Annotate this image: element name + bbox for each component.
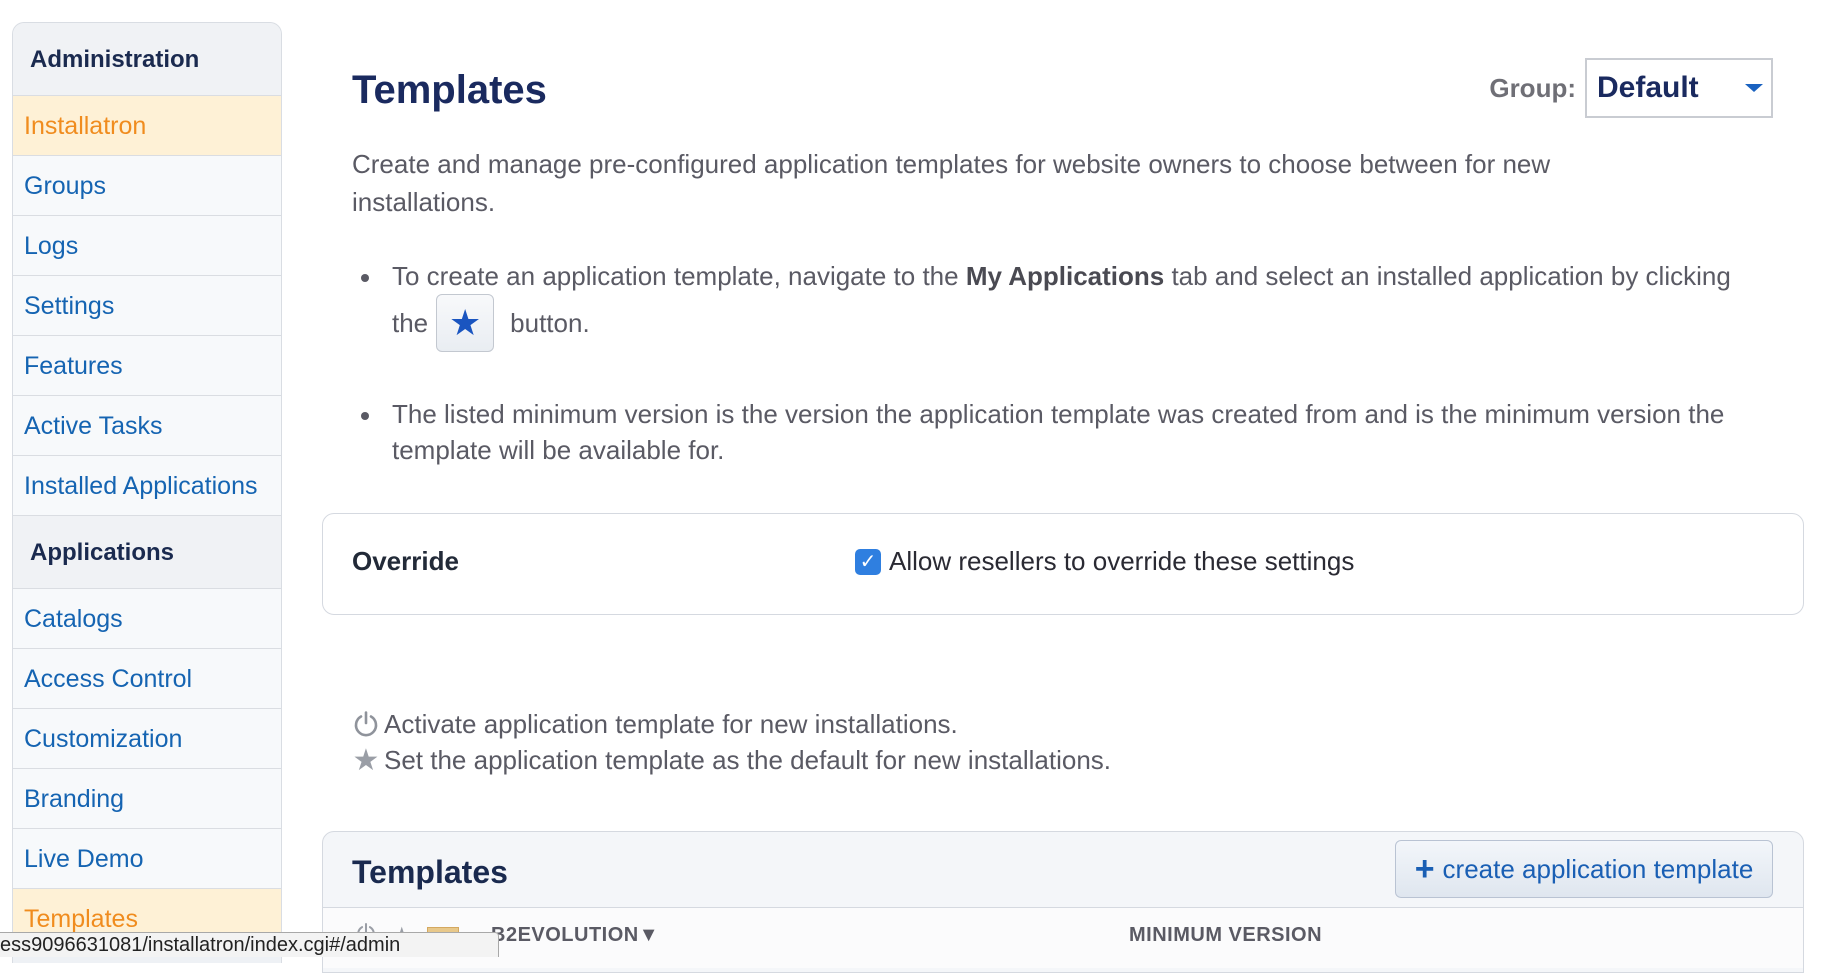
- star-icon: ★: [352, 743, 380, 777]
- create-application-template-button[interactable]: + create application template: [1395, 840, 1773, 898]
- group-selector: Group: Default: [1489, 57, 1773, 119]
- legend-default: ★ Set the application template as the de…: [350, 742, 1111, 778]
- templates-table-header: ★ B2EVOLUTION▼ MINIMUM VERSION: [323, 907, 1803, 968]
- note1-line1: To create an application template, navig…: [392, 258, 1752, 294]
- note1-bold: My Applications: [965, 261, 1165, 291]
- override-checkbox-label: Allow resellers to override these settin…: [889, 546, 1355, 576]
- sidebar-item-access-control[interactable]: Access Control: [13, 649, 281, 709]
- override-checkbox-row[interactable]: ✓ Allow resellers to override these sett…: [855, 546, 1354, 577]
- templates-panel: Templates + create application template …: [322, 831, 1804, 973]
- legend-activate-text: Activate application template for new in…: [384, 708, 958, 739]
- column-header-application[interactable]: B2EVOLUTION▼: [491, 924, 659, 947]
- group-dropdown[interactable]: Default: [1585, 58, 1773, 118]
- sidebar-heading-administration: Administration: [13, 23, 281, 96]
- note1-button-text: button.: [510, 308, 590, 338]
- sidebar-item-branding[interactable]: Branding: [13, 769, 281, 829]
- page-title: Templates: [352, 68, 547, 112]
- star-button-example[interactable]: ★: [436, 294, 495, 352]
- sidebar-item-features[interactable]: Features: [13, 336, 281, 396]
- sidebar-item-active-tasks[interactable]: Active Tasks: [13, 396, 281, 456]
- override-panel: Override ✓ Allow resellers to override t…: [322, 513, 1804, 615]
- check-icon: ✓: [859, 551, 877, 573]
- sidebar-item-catalogs[interactable]: Catalogs: [13, 589, 281, 649]
- note1-the: the: [392, 308, 429, 338]
- legend: Activate application template for new in…: [350, 706, 1111, 778]
- instructions-list: To create an application template, navig…: [352, 258, 1752, 468]
- override-checkbox[interactable]: ✓: [855, 548, 881, 575]
- list-item: The listed minimum version is the versio…: [352, 396, 1752, 468]
- note1-text: To create an application template, navig…: [392, 261, 966, 291]
- sidebar-item-installed-applications[interactable]: Installed Applications: [13, 456, 281, 516]
- templates-panel-title: Templates: [352, 854, 508, 890]
- legend-activate: Activate application template for new in…: [350, 706, 1111, 742]
- sidebar-item-customization[interactable]: Customization: [13, 709, 281, 769]
- sidebar-item-settings[interactable]: Settings: [13, 276, 281, 336]
- sidebar-heading-applications: Applications: [13, 516, 281, 589]
- group-label: Group:: [1489, 72, 1576, 103]
- override-label: Override: [352, 546, 459, 576]
- sidebar-item-installatron[interactable]: Installatron: [13, 96, 281, 156]
- note1-line2: the ★ button.: [392, 292, 1752, 354]
- column-header-minimum-version[interactable]: MINIMUM VERSION: [1129, 924, 1322, 947]
- browser-status-bar: ess9096631081/installatron/index.cgi#/ad…: [0, 932, 499, 957]
- page-description: Create and manage pre-configured applica…: [352, 149, 1551, 217]
- sidebar-item-live-demo[interactable]: Live Demo: [13, 829, 281, 889]
- list-item: To create an application template, navig…: [352, 258, 1752, 354]
- sidebar-item-logs[interactable]: Logs: [13, 216, 281, 276]
- star-icon: ★: [449, 302, 482, 343]
- power-icon: [350, 710, 382, 738]
- sidebar: Administration Installatron Groups Logs …: [12, 22, 282, 963]
- group-dropdown-value: Default: [1597, 71, 1699, 104]
- plus-icon: +: [1414, 850, 1435, 888]
- create-button-label: create application template: [1442, 853, 1754, 884]
- legend-default-text: Set the application template as the defa…: [384, 744, 1111, 775]
- note1-text-after: tab and select an installed application …: [1164, 261, 1731, 291]
- sidebar-item-groups[interactable]: Groups: [13, 156, 281, 216]
- chevron-down-icon: [1745, 84, 1763, 92]
